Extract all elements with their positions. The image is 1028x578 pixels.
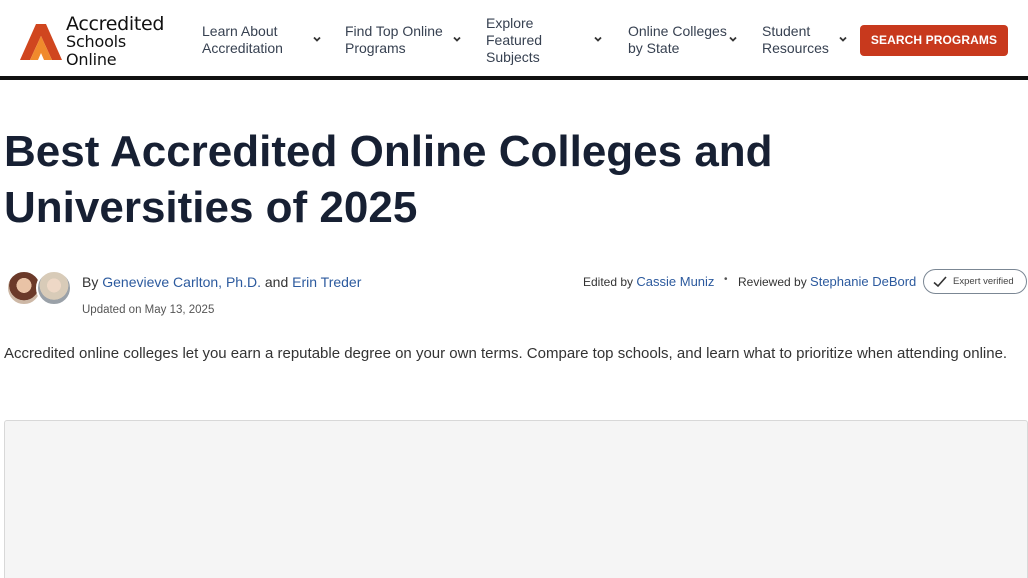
chevron-down-icon (594, 36, 602, 42)
updated-date: Updated on May 13, 2025 (82, 304, 215, 316)
author-avatars (6, 270, 74, 306)
byline-prefix: By (82, 274, 99, 290)
avatar (36, 270, 72, 306)
nav-label: Explore Featured Subjects (486, 14, 543, 65)
checkmark-icon (933, 275, 947, 287)
site-header: Accredited Schools Online Learn About Ac… (0, 0, 1028, 80)
byline: By Genevieve Carlton, Ph.D. and Erin Tre… (82, 273, 361, 291)
intro-paragraph: Accredited online colleges let you earn … (4, 345, 1008, 362)
chevron-down-icon (453, 36, 461, 42)
site-logo[interactable]: Accredited Schools Online (20, 15, 180, 69)
separator-dot: • (724, 274, 728, 285)
nav-find-top-online-programs[interactable]: Find Top Online Programs (345, 0, 467, 80)
byline-and: and (264, 274, 289, 290)
content-placeholder (4, 420, 1028, 578)
badge-label: Expert verified (953, 276, 1014, 287)
logo-line1: Accredited (66, 13, 165, 35)
search-programs-button[interactable]: SEARCH PROGRAMS (860, 25, 1008, 56)
edited-prefix: Edited by (583, 275, 634, 289)
nav-learn-about-accreditation[interactable]: Learn About Accreditation (202, 0, 327, 80)
expert-verified-badge[interactable]: Expert verified (923, 269, 1027, 294)
author-link[interactable]: Erin Treder (292, 274, 361, 290)
chevron-down-icon (839, 36, 847, 42)
reviewer-link[interactable]: Stephanie DeBord (810, 274, 916, 289)
reviewed-prefix: Reviewed by (738, 275, 807, 289)
nav-label: Student Resources (762, 23, 829, 56)
author-link[interactable]: Genevieve Carlton, Ph.D. (102, 274, 261, 290)
logo-line2: Schools Online (66, 32, 127, 69)
page-title: Best Accredited Online Colleges and Univ… (4, 127, 773, 232)
chevron-down-icon (729, 36, 737, 42)
nav-student-resources[interactable]: Student Resources (762, 0, 854, 80)
nav-label: Online Colleges by State (628, 23, 727, 56)
edited-by: Edited by Cassie Muniz (583, 274, 714, 290)
reviewed-by: Reviewed by Stephanie DeBord (738, 274, 916, 290)
editor-link[interactable]: Cassie Muniz (636, 274, 714, 289)
logo-a-icon (20, 24, 62, 60)
nav-online-colleges-by-state[interactable]: Online Colleges by State (628, 0, 743, 80)
nav-explore-featured-subjects[interactable]: Explore Featured Subjects (486, 0, 608, 80)
nav-label: Learn About Accreditation (202, 23, 283, 56)
nav-label: Find Top Online Programs (345, 23, 443, 56)
chevron-down-icon (313, 36, 321, 42)
